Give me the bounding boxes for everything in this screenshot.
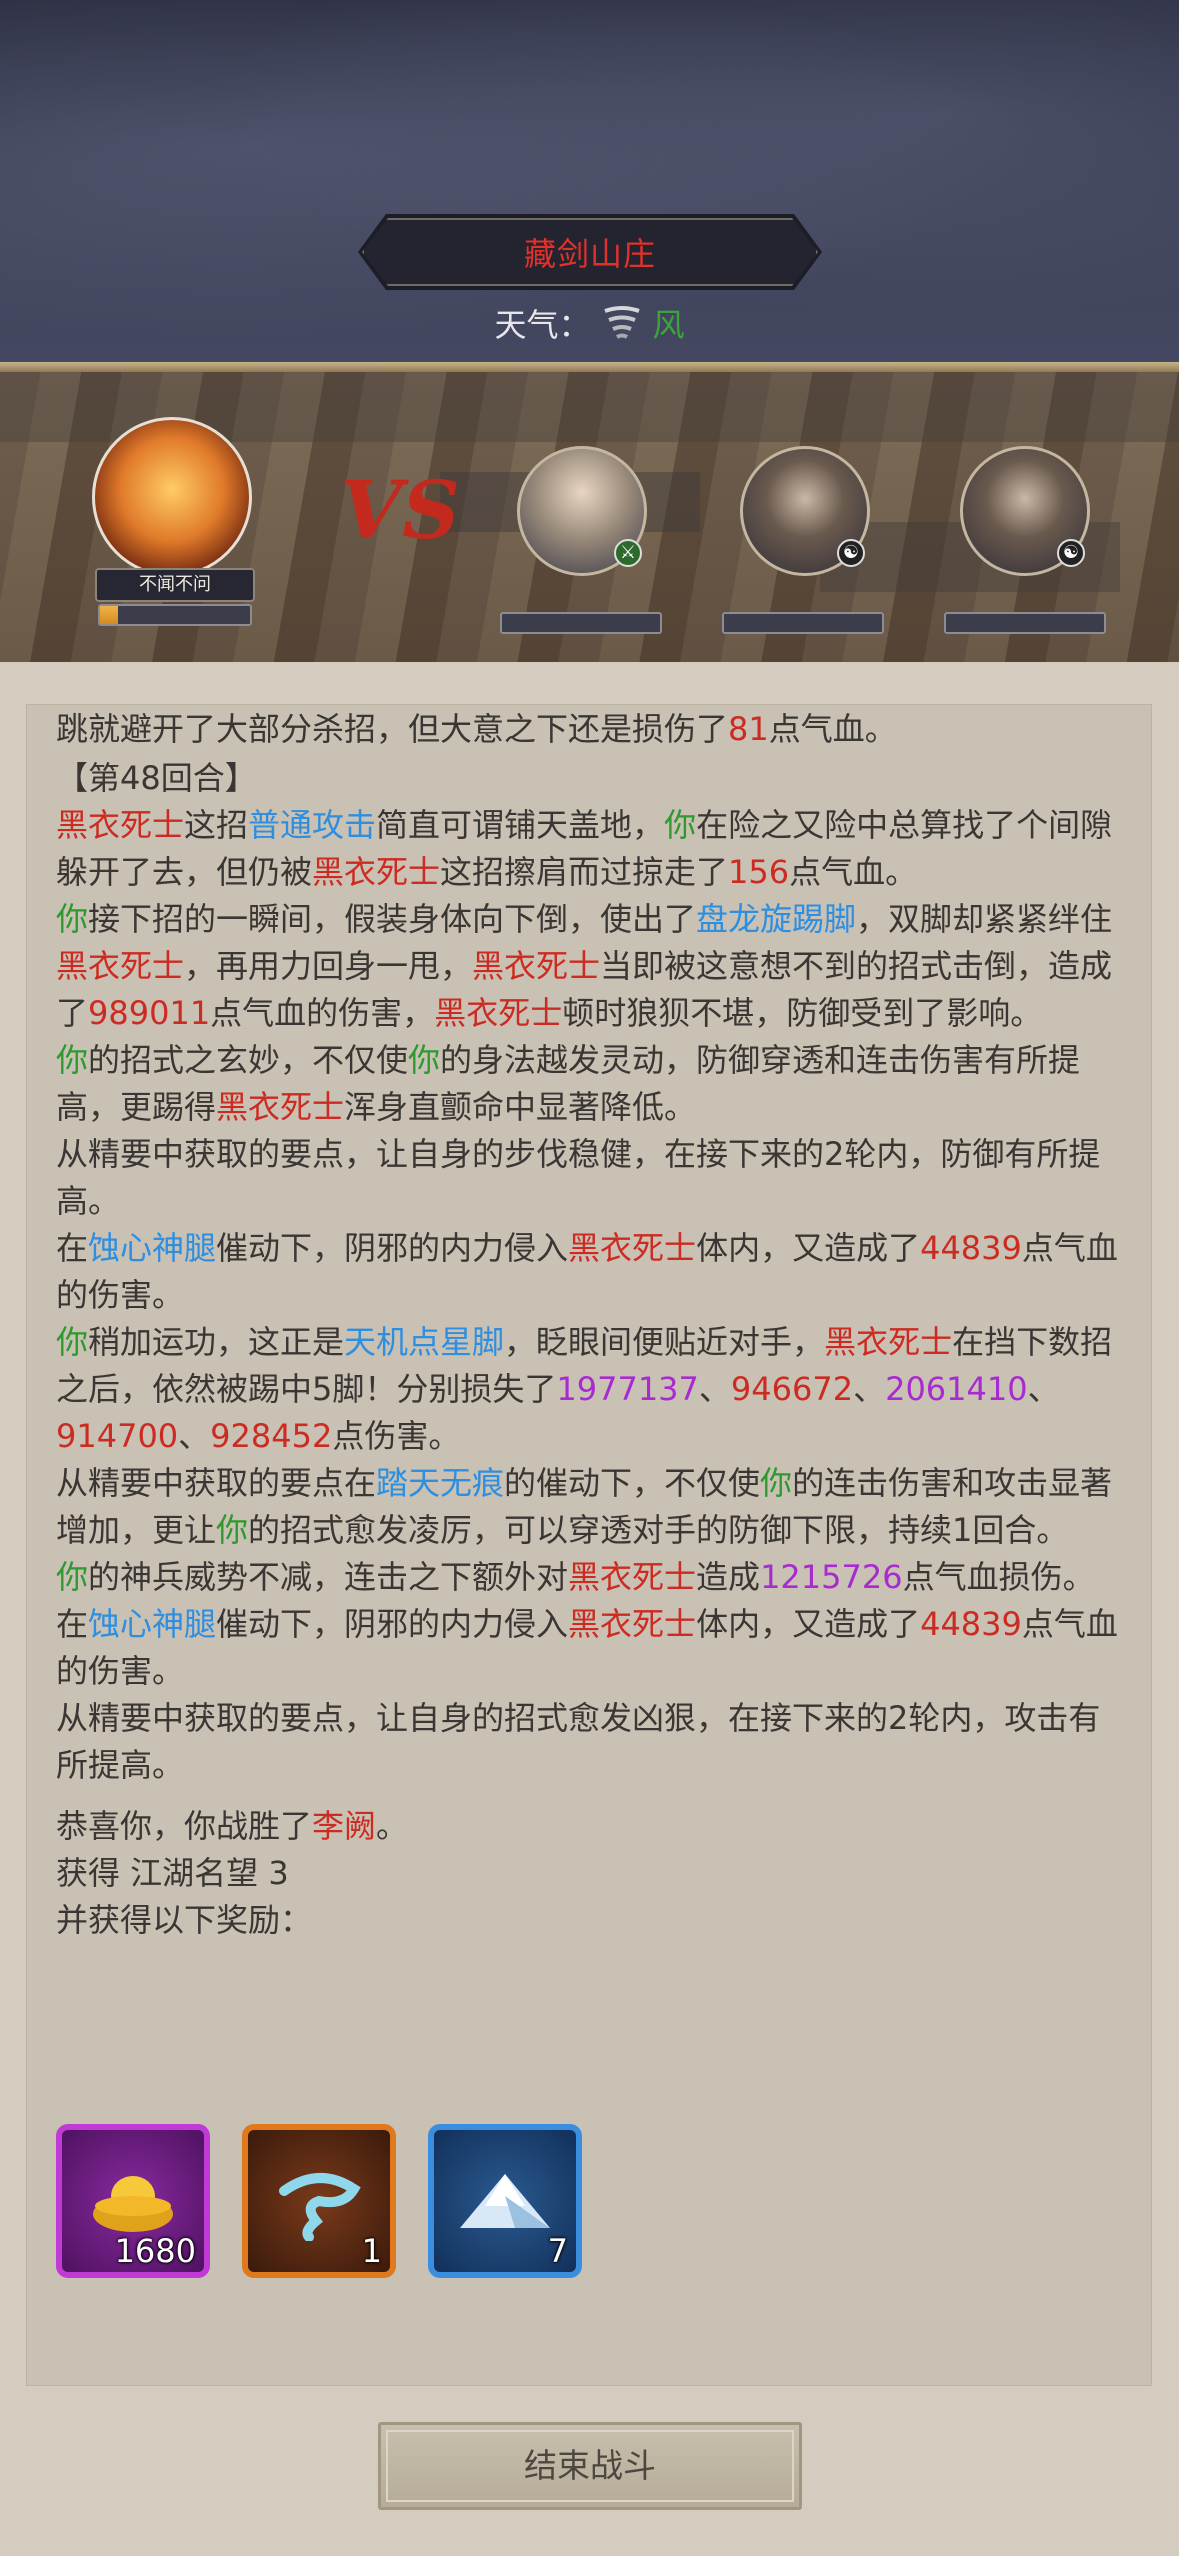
log-line: 从精要中获取的要点，让自身的招式愈发凶狠，在接下来的2轮内，攻击有所提高。	[56, 1699, 1101, 1784]
rewards-label: 并获得以下奖励：	[56, 1901, 313, 1939]
enemy-avatar-3[interactable]: ☯	[960, 446, 1090, 576]
player-avatar[interactable]	[92, 417, 252, 577]
yin-yang-icon: ☯	[1057, 539, 1085, 567]
log-line: 你稍加运功，这正是天机点星脚，眨眼间便贴近对手，黑衣死士在挡下数招之后，依然被踢…	[56, 1323, 1113, 1455]
log-line: 跳就避开了大部分杀招，但大意之下还是损伤了81点气血。	[56, 710, 897, 748]
log-line: 黑衣死士这招普通攻击简直可谓铺天盖地，你在险之又险中总算找了个间隙躲开了去，但仍…	[56, 806, 1113, 891]
player-name: 不闻不问	[95, 568, 255, 602]
whirlwind-icon	[601, 303, 643, 343]
fame-line: 获得 江湖名望 3	[56, 1854, 289, 1892]
reward-count: 7	[547, 2232, 568, 2270]
reward-item-gold[interactable]: 1680	[56, 2124, 210, 2278]
log-line: 在蚀心神腿催动下，阴邪的内力侵入黑衣死士体内，又造成了44839点气血的伤害。	[56, 1605, 1118, 1690]
enemy-hp-bar-2	[722, 612, 884, 634]
log-line: 从精要中获取的要点在踏天无痕的催动下，不仅使你的连击伤害和攻击显著增加，更让你的…	[56, 1464, 1113, 1549]
log-line: 在蚀心神腿催动下，阴邪的内力侵入黑衣死士体内，又造成了44839点气血的伤害。	[56, 1229, 1118, 1314]
log-line: 你的招式之玄妙，不仅使你的身法越发灵动，防御穿透和连击伤害有所提高，更踢得黑衣死…	[56, 1041, 1081, 1126]
victory-line: 恭喜你，你战胜了李阙。	[56, 1807, 409, 1845]
yin-yang-icon: ☯	[837, 539, 865, 567]
location-name: 藏剑山庄	[523, 235, 656, 273]
reward-item-mountain[interactable]: 7	[428, 2124, 582, 2278]
reward-count: 1680	[114, 2232, 196, 2270]
enemy-hp-bar-3	[944, 612, 1106, 634]
enemy-avatar-1[interactable]: ⚔	[517, 446, 647, 576]
end-battle-button[interactable]: 结束战斗	[378, 2422, 802, 2510]
enemy-hp-bar-1	[500, 612, 662, 634]
weather-label: 天气：	[494, 306, 591, 344]
sword-badge-icon: ⚔	[614, 539, 642, 567]
player-portrait	[92, 417, 252, 577]
log-line: 你接下招的一瞬间，假装身体向下倒，使出了盘龙旋踢脚，双脚却紧紧绊住黑衣死士，再用…	[56, 900, 1113, 1032]
battle-log[interactable]: 跳就避开了大部分杀招，但大意之下还是损伤了81点气血。 【第48回合】 黑衣死士…	[56, 706, 1126, 1944]
reward-count: 1	[361, 2232, 382, 2270]
rewards-row: 1680 1 7	[56, 2124, 582, 2278]
player-hp-bar	[98, 604, 252, 626]
location-banner: 藏剑山庄	[358, 214, 822, 290]
battle-scene: 不闻不问 VS ⚔ ☯ ☯	[0, 372, 1179, 662]
weather-value: 风	[652, 306, 685, 344]
reward-item-cloud[interactable]: 1	[242, 2124, 396, 2278]
enemy-avatar-2[interactable]: ☯	[740, 446, 870, 576]
player-hp-fill	[100, 606, 118, 624]
vs-emblem: VS	[340, 463, 460, 557]
weather-row: 天气： 风	[0, 300, 1179, 346]
log-line: 你的神兵威势不减，连击之下额外对黑衣死士造成1215726点气血损伤。	[56, 1558, 1095, 1596]
log-line: 从精要中获取的要点，让自身的步伐稳健，在接下来的2轮内，防御有所提高。	[56, 1135, 1101, 1220]
header-divider	[0, 362, 1179, 372]
round-header: 【第48回合】	[56, 759, 257, 797]
